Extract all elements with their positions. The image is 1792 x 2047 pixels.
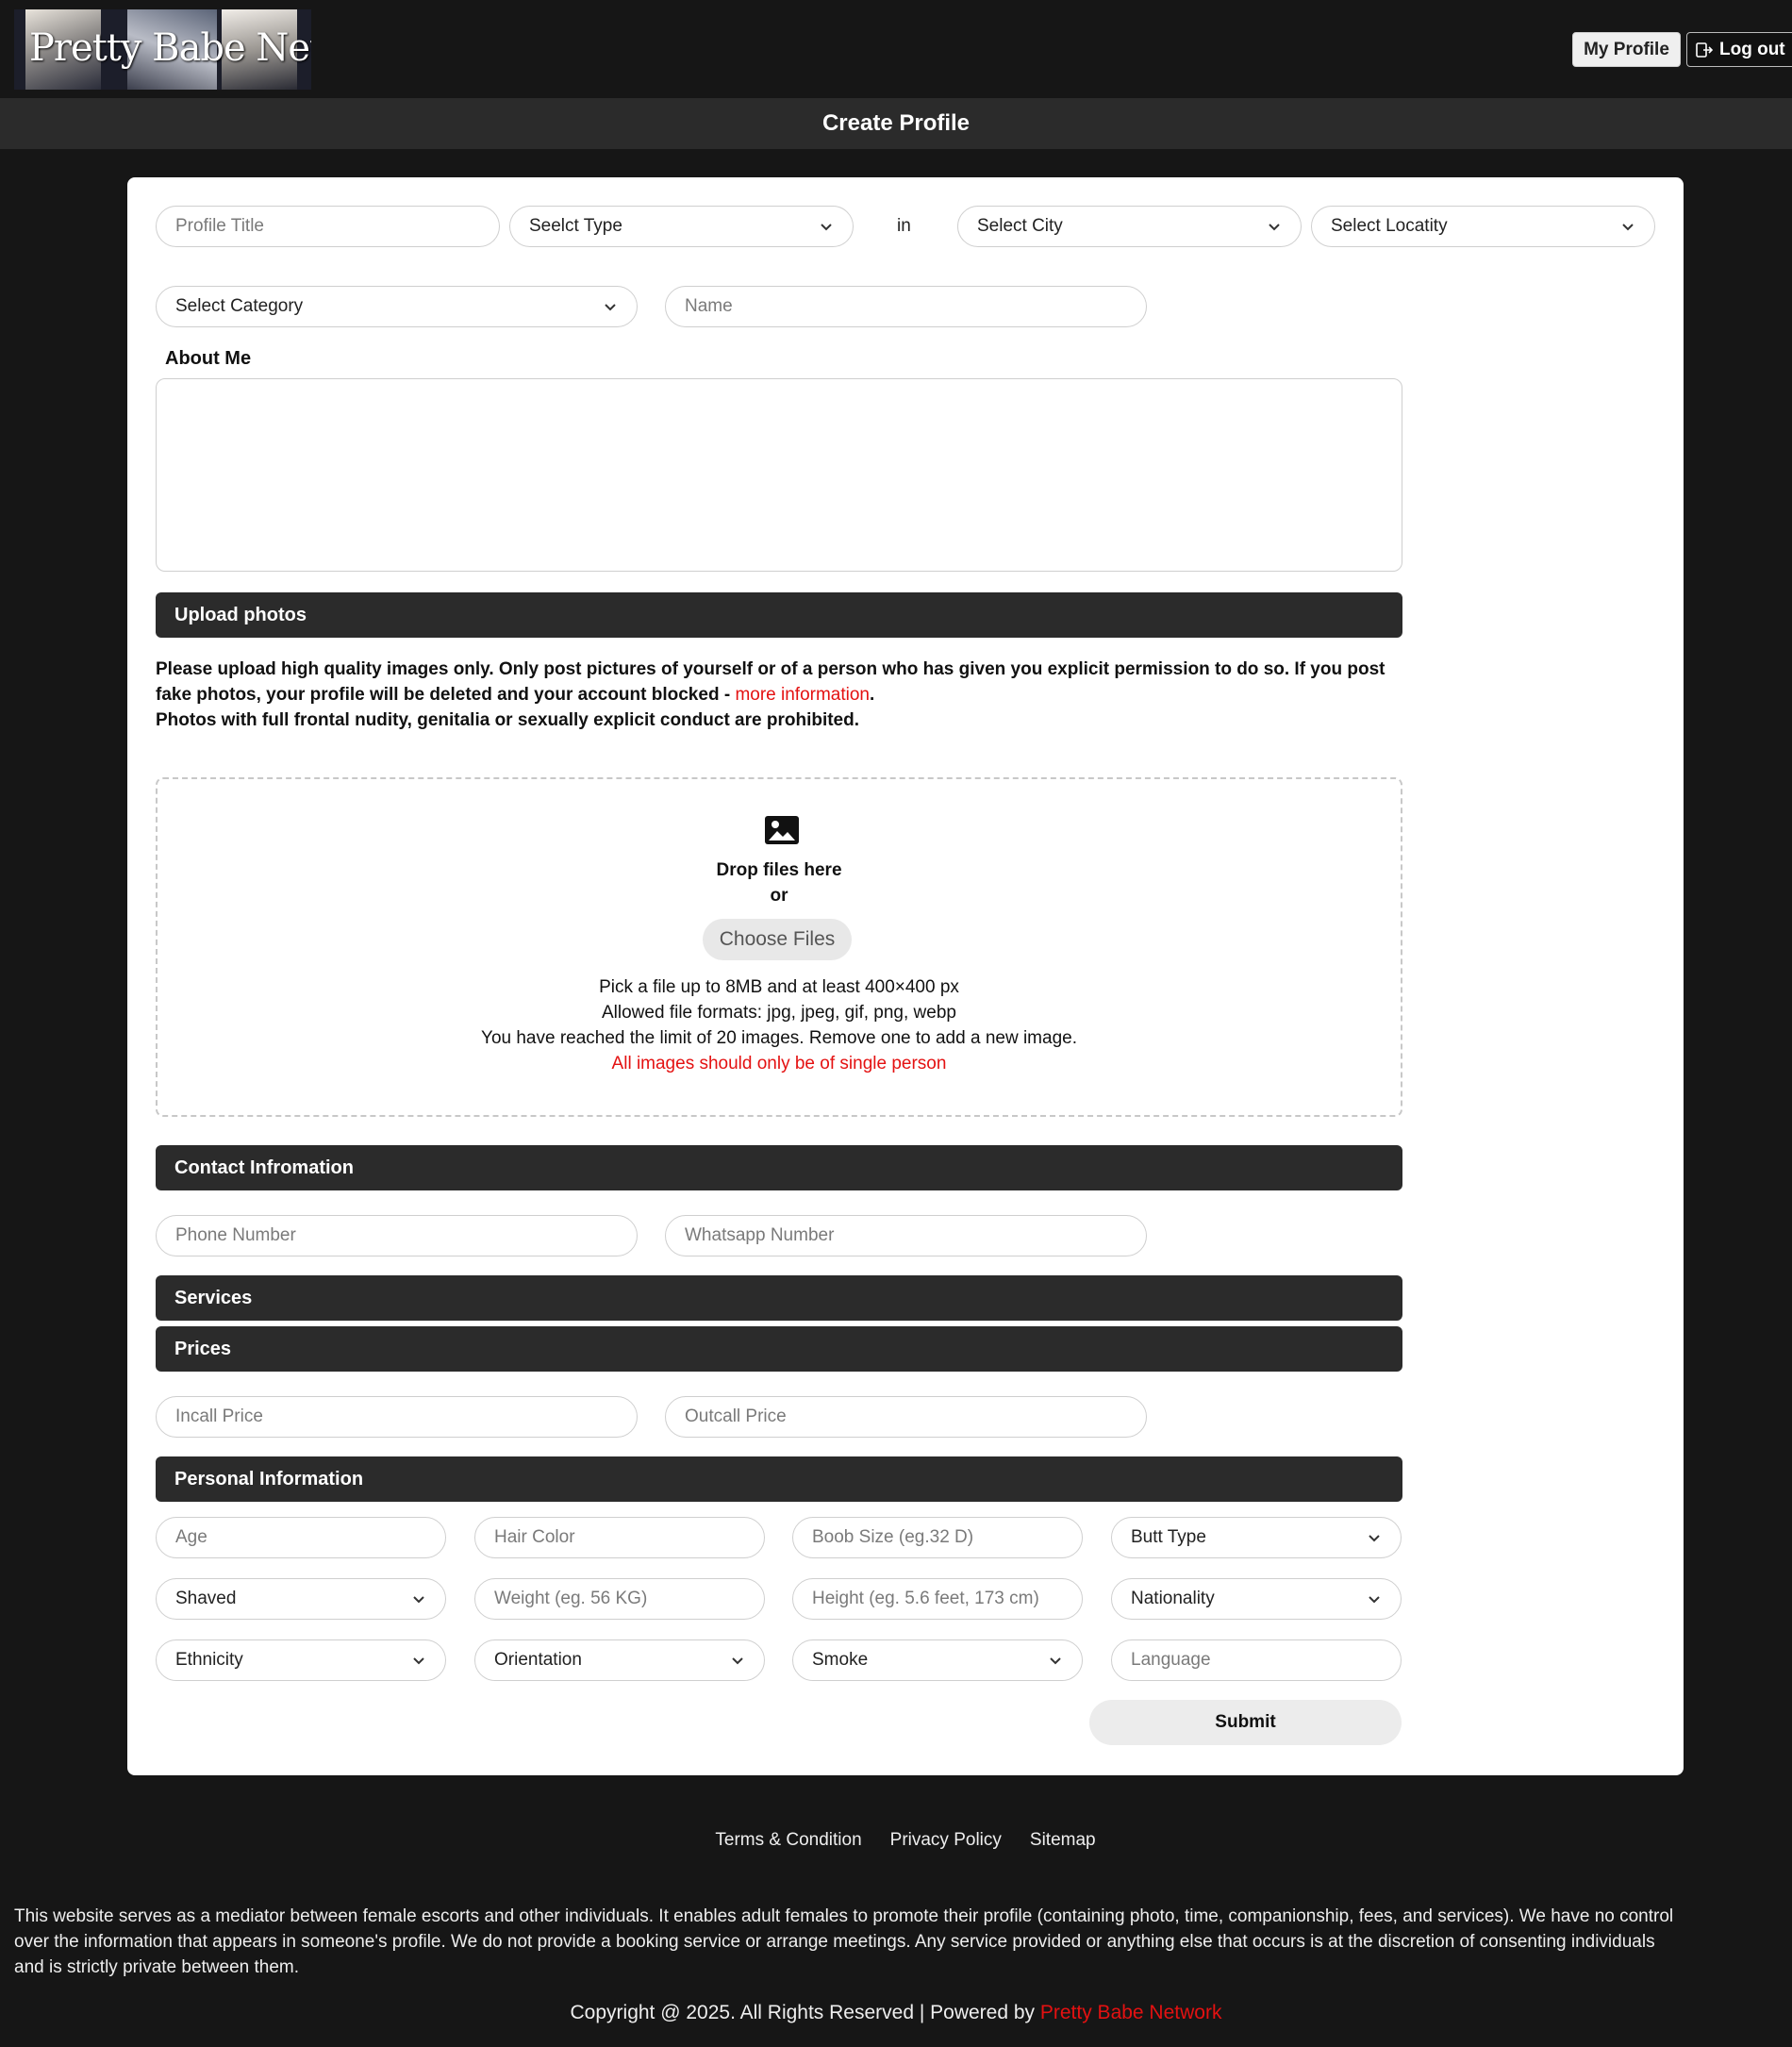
notice-period: . <box>870 685 875 705</box>
city-select[interactable]: Select City <box>957 206 1302 247</box>
smoke-value: Smoke <box>812 1650 869 1670</box>
footer-disclaimer: This website serves as a mediator betwee… <box>14 1906 1674 1977</box>
category-select[interactable]: Select Category <box>156 286 638 327</box>
in-label: in <box>897 216 911 236</box>
chevron-down-icon <box>821 224 832 231</box>
terms-link[interactable]: Terms & Condition <box>715 1830 861 1851</box>
brand-link[interactable]: Pretty Babe Network <box>1040 2002 1222 2023</box>
upload-photos-header: Upload photos <box>156 592 1402 638</box>
chevron-down-icon <box>1622 224 1634 231</box>
image-limit-rule: You have reached the limit of 20 images.… <box>481 1028 1077 1048</box>
logout-button[interactable]: Log out <box>1686 32 1792 67</box>
type-select[interactable]: Seelct Type <box>509 206 854 247</box>
category-select-value: Select Category <box>175 296 304 316</box>
chevron-down-icon <box>1269 224 1280 231</box>
chevron-down-icon <box>605 304 616 311</box>
locality-select-value: Select Locatity <box>1331 216 1448 236</box>
more-information-link[interactable]: more information <box>735 685 870 705</box>
copyright: Copyright @ 2025. All Rights Reserved | … <box>0 2002 1792 2024</box>
logout-label: Log out <box>1719 39 1785 59</box>
shaved-select[interactable]: Shaved <box>156 1578 446 1620</box>
my-profile-button[interactable]: My Profile <box>1572 32 1681 67</box>
choose-files-button[interactable]: Choose Files <box>703 919 852 960</box>
personal-information-header: Personal Information <box>156 1456 1402 1502</box>
phone-number-input[interactable]: Phone Number <box>156 1215 638 1256</box>
age-input[interactable]: Age <box>156 1517 446 1558</box>
single-person-rule: All images should only be of single pers… <box>611 1054 947 1073</box>
weight-input[interactable]: Weight (eg. 56 KG) <box>474 1578 765 1620</box>
submit-button[interactable]: Submit <box>1089 1700 1402 1745</box>
nationality-select[interactable]: Nationality <box>1111 1578 1402 1620</box>
city-select-value: Select City <box>977 216 1063 236</box>
logo-text: Pretty Babe Network <box>29 26 311 70</box>
height-input[interactable]: Height (eg. 5.6 feet, 173 cm) <box>792 1578 1083 1620</box>
chevron-down-icon <box>1369 1596 1380 1604</box>
chevron-down-icon <box>1369 1535 1380 1542</box>
shaved-value: Shaved <box>175 1589 237 1608</box>
about-me-textarea[interactable] <box>156 378 1402 572</box>
chevron-down-icon <box>413 1657 424 1665</box>
ethnicity-value: Ethnicity <box>175 1650 243 1670</box>
type-select-value: Seelct Type <box>529 216 622 236</box>
create-profile-form: Profile Title Seelct Type in Select City… <box>127 177 1684 1775</box>
outcall-price-input[interactable]: Outcall Price <box>665 1396 1147 1438</box>
or-text: or <box>770 886 788 906</box>
butt-type-value: Butt Type <box>1131 1527 1206 1547</box>
file-size-rule: Pick a file up to 8MB and at least 400×4… <box>599 977 959 997</box>
name-input[interactable]: Name <box>665 286 1147 327</box>
butt-type-select[interactable]: Butt Type <box>1111 1517 1402 1558</box>
about-me-label: About Me <box>165 348 252 369</box>
top-bar: Pretty Babe Network My Profile Log out <box>0 0 1792 98</box>
profile-title-input[interactable]: Profile Title <box>156 206 500 247</box>
incall-price-input[interactable]: Incall Price <box>156 1396 638 1438</box>
nationality-value: Nationality <box>1131 1589 1215 1608</box>
contact-information-header: Contact Infromation <box>156 1145 1402 1190</box>
drop-files-text: Drop files here <box>716 860 842 880</box>
chevron-down-icon <box>413 1596 424 1604</box>
upload-notice: Please upload high quality images only. … <box>156 657 1410 733</box>
notice-prohibited-text: Photos with full frontal nudity, genital… <box>156 710 860 730</box>
services-header[interactable]: Services <box>156 1275 1402 1321</box>
image-icon <box>765 816 799 844</box>
hair-color-input[interactable]: Hair Color <box>474 1517 765 1558</box>
site-logo[interactable]: Pretty Babe Network <box>14 9 311 90</box>
prices-header: Prices <box>156 1326 1402 1372</box>
orientation-value: Orientation <box>494 1650 582 1670</box>
whatsapp-number-input[interactable]: Whatsapp Number <box>665 1215 1147 1256</box>
logout-icon <box>1696 42 1714 58</box>
orientation-select[interactable]: Orientation <box>474 1639 765 1681</box>
file-format-rule: Allowed file formats: jpg, jpeg, gif, pn… <box>602 1003 956 1023</box>
sitemap-link[interactable]: Sitemap <box>1030 1830 1096 1851</box>
footer-links: Terms & Condition Privacy Policy Sitemap <box>0 1830 1792 1851</box>
page-title: Create Profile <box>0 98 1792 149</box>
chevron-down-icon <box>1050 1657 1061 1665</box>
copyright-text: Copyright @ 2025. All Rights Reserved | … <box>570 2002 1040 2023</box>
smoke-select[interactable]: Smoke <box>792 1639 1083 1681</box>
language-input[interactable]: Language <box>1111 1639 1402 1681</box>
photo-dropzone[interactable]: Drop files here or Choose Files Pick a f… <box>156 777 1402 1117</box>
boob-size-input[interactable]: Boob Size (eg.32 D) <box>792 1517 1083 1558</box>
privacy-policy-link[interactable]: Privacy Policy <box>890 1830 1002 1851</box>
chevron-down-icon <box>732 1657 743 1665</box>
locality-select[interactable]: Select Locatity <box>1311 206 1655 247</box>
ethnicity-select[interactable]: Ethnicity <box>156 1639 446 1681</box>
